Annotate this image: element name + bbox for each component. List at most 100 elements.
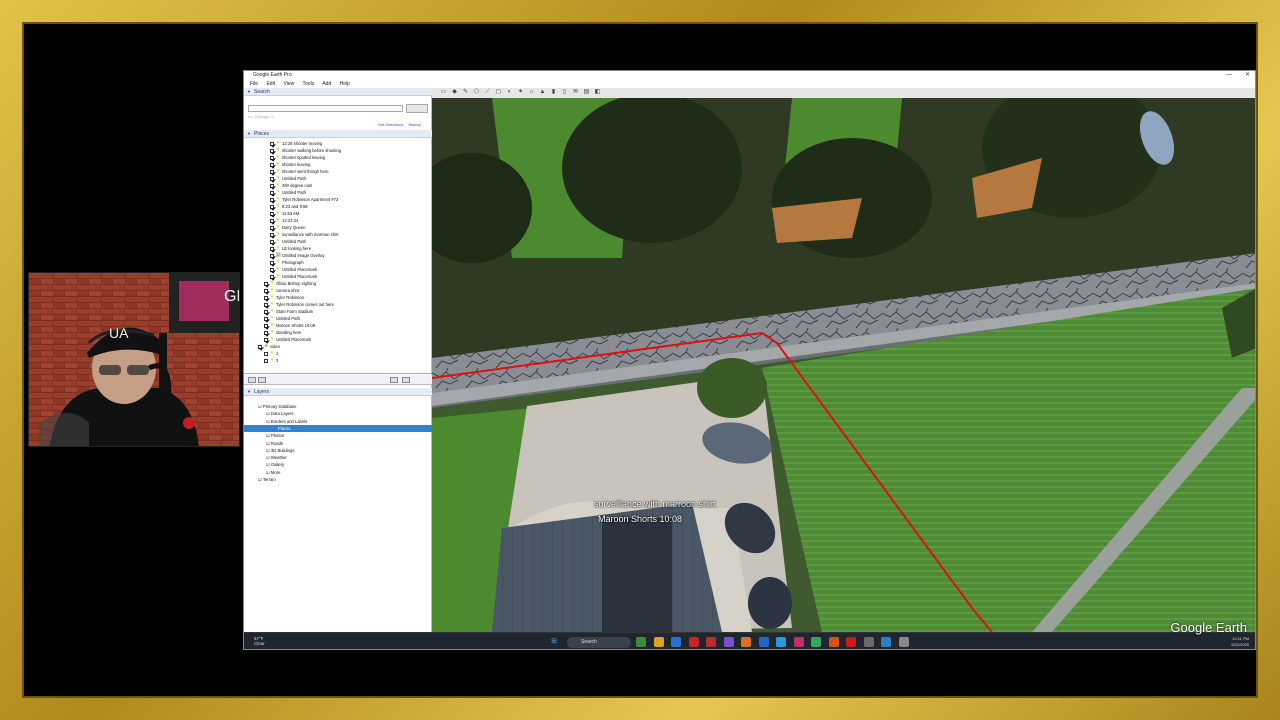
visibility-checkbox[interactable] [264,330,268,335]
places-tree-item[interactable]: ▾ 360 degree cam [270,182,312,189]
places-tree-item[interactable]: ~ Untitled Path [270,238,306,245]
visibility-checkbox[interactable] [264,295,268,300]
taskbar-app-icon[interactable] [723,637,734,647]
visibility-checkbox[interactable] [270,183,274,188]
taskbar-app-icon[interactable] [636,637,646,647]
move-up-button[interactable] [390,377,398,383]
visibility-checkbox[interactable] [270,155,274,160]
taskbar-app-icon[interactable] [706,637,716,647]
print-icon[interactable]: ▯ [561,89,568,96]
search-places-button[interactable] [248,377,256,383]
visibility-checkbox[interactable] [270,169,274,174]
record-tour-icon[interactable]: ◻ [495,89,502,96]
close-button[interactable]: ✕ [1245,71,1250,80]
visibility-checkbox[interactable] [264,323,268,328]
places-tree-item[interactable]: ▾ 8:23 and 9:58 [270,203,308,210]
layers-tree-item[interactable]: ☑ Primary Database [258,403,296,410]
places-tree-item[interactable]: ▾ Untitled Placemark [264,336,311,343]
layers-tree-item[interactable]: ☑ Photos [266,432,284,439]
search-panel-header[interactable]: Search [244,88,432,96]
places-tree-item[interactable]: ■ video [258,343,280,350]
historical-imagery-icon[interactable]: ◐ [506,89,513,96]
taskbar-app-icon[interactable] [863,637,874,647]
layers-tree-item[interactable]: ☑ More [266,469,280,476]
visibility-checkbox[interactable] [270,148,274,153]
places-tree-item[interactable]: ▤Untitled Image Overlay [270,252,325,259]
places-tree-item[interactable]: ▾ shooter leaving [270,161,310,168]
planets-icon[interactable]: ☼ [528,89,535,96]
places-tree-item[interactable]: ▾ LE looking here [270,245,311,252]
places-tree-item[interactable]: ▾ Untitled Placemark [270,266,317,273]
layers-panel-header[interactable]: Layers [244,388,432,396]
more-icon[interactable]: ◧ [594,89,601,96]
menu-edit[interactable]: Edit [266,81,275,87]
placemark-icon[interactable]: ◆ [451,89,458,96]
ruler-icon[interactable]: ▲ [539,89,546,96]
polygon-icon[interactable]: ✎ [462,89,469,96]
places-tree-item[interactable]: ▾ Dairy Queen [270,224,306,231]
visibility-checkbox[interactable] [264,309,268,314]
layers-tree-item[interactable]: ☑ 3D Buildings [266,447,294,454]
taskbar-app-icon[interactable] [688,637,699,647]
visibility-checkbox[interactable] [270,274,274,279]
search-button[interactable] [406,104,428,113]
history-link[interactable]: History [408,122,420,127]
places-tree-item[interactable]: ▾ shooter went throgh here [270,168,329,175]
visibility-checkbox[interactable] [264,337,268,342]
visibility-checkbox[interactable] [270,204,274,209]
places-tree-item[interactable]: ▾ State Farm Stadium [264,308,313,315]
places-tree-item[interactable]: ▾ shooter walking before shooting [270,147,341,154]
menu-view[interactable]: View [283,81,294,87]
path-icon[interactable]: ⬠ [473,89,480,96]
places-panel-header[interactable]: Places [244,130,432,138]
visibility-checkbox[interactable] [270,162,274,167]
places-tree-item[interactable]: ▾ 11:53 AM [270,210,299,217]
menu-add[interactable]: Add [322,81,331,87]
places-tree-item[interactable]: ▾ 3 [264,357,278,364]
visibility-checkbox[interactable] [270,176,274,181]
taskbar-app-icon[interactable] [881,637,891,647]
taskbar-app-icon[interactable] [811,637,821,647]
taskbar-app-icon[interactable] [793,637,804,647]
visibility-checkbox[interactable] [270,190,274,195]
weather-widget[interactable]: 57°F Clear [254,636,265,646]
taskbar-search[interactable]: Search [567,637,631,648]
places-tree-item[interactable]: ~ Untitled Path [264,315,300,322]
move-down-button[interactable] [402,377,410,383]
search-input[interactable] [248,105,403,112]
places-tree-item[interactable]: ▾ Untitled Placemark [270,273,317,280]
taskbar-app-icon[interactable] [776,637,786,647]
menu-file[interactable]: File [250,81,258,87]
taskbar-app-icon[interactable] [671,637,681,647]
layers-tree-item[interactable]: ☑ Weather [266,454,287,461]
visibility-checkbox[interactable] [270,239,274,244]
places-tree-item[interactable]: ~ Untitled Path [270,175,306,182]
image-overlay-icon[interactable]: ⟋ [484,89,491,96]
visibility-checkbox[interactable] [270,225,274,230]
places-tree-item[interactable]: ▾ standing here [264,329,301,336]
minimize-button[interactable]: — [1226,71,1232,80]
places-tree-item[interactable]: ▾ Photograph [270,259,304,266]
layers-tree-item[interactable]: ☑ Gallery [266,461,284,468]
visibility-checkbox[interactable] [270,253,274,258]
layers-tree-item[interactable]: ☑ Roads [266,440,283,447]
layers-tree-item[interactable]: Places [244,424,432,432]
visibility-checkbox[interactable] [270,267,274,272]
layers-tree-item[interactable]: ☑ Terrain [258,476,276,483]
save-image-icon[interactable]: ✉ [572,89,579,96]
taskbar-app-icon[interactable] [758,637,769,647]
view-maps-icon[interactable]: ▤ [583,89,590,96]
visibility-checkbox[interactable] [264,302,268,307]
places-tree-item[interactable]: ▾ Tyler Robinson comes out here [264,301,334,308]
menu-tools[interactable]: Tools [303,81,315,87]
visibility-checkbox[interactable] [270,218,274,223]
layers-tree-item[interactable]: ☑ Data Layers [266,410,294,417]
places-tree-item[interactable]: ▾ Olivia Bishop sighting [264,280,316,287]
taskbar-app-icon[interactable] [741,637,751,647]
start-icon[interactable]: ⊞ [549,637,559,647]
hide-sidebar-icon[interactable]: ▭ [440,89,447,96]
taskbar-app-icon[interactable] [653,637,664,647]
email-icon[interactable]: ▮ [550,89,557,96]
visibility-checkbox[interactable] [270,211,274,216]
get-directions-link[interactable]: Get Directions [378,122,403,127]
